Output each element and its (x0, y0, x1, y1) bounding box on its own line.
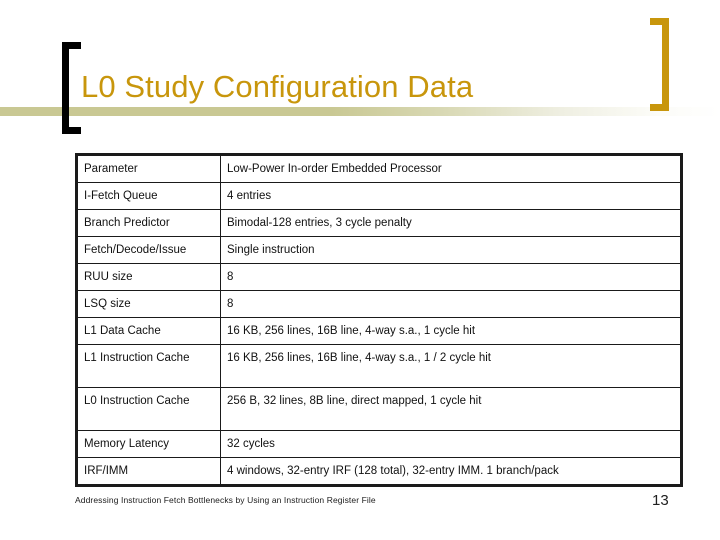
table-row: LSQ size 8 (76, 290, 682, 318)
table-cell-value: 8 (220, 263, 682, 291)
table-cell-parameter: RUU size (76, 263, 221, 291)
table-cell-value: 16 KB, 256 lines, 16B line, 4-way s.a., … (220, 344, 682, 388)
configuration-table: Parameter Low-Power In-order Embedded Pro… (75, 153, 683, 487)
table-cell-value: Single instruction (220, 236, 682, 264)
table-cell-value: 32 cycles (220, 430, 682, 458)
table-cell-parameter: IRF/IMM (76, 457, 221, 486)
right-bracket-decoration (650, 18, 669, 111)
table-row: Memory Latency 32 cycles (76, 430, 682, 458)
table-row: RUU size 8 (76, 263, 682, 291)
table-row: I-Fetch Queue 4 entries (76, 182, 682, 210)
table-cell-value: 256 B, 32 lines, 8B line, direct mapped,… (220, 387, 682, 431)
table-cell-parameter: Memory Latency (76, 430, 221, 458)
table-cell-parameter: L1 Data Cache (76, 317, 221, 345)
table-cell-value: Bimodal-128 entries, 3 cycle penalty (220, 209, 682, 237)
left-bracket-decoration (62, 42, 81, 134)
table-row: L0 Instruction Cache 256 B, 32 lines, 8B … (76, 387, 682, 431)
title-underline-rule (0, 107, 720, 116)
table-cell-parameter: L0 Instruction Cache (76, 387, 221, 431)
table-row: IRF/IMM 4 windows, 32-entry IRF (128 tota… (76, 457, 682, 486)
table-cell-parameter: LSQ size (76, 290, 221, 318)
table-row: L1 Data Cache 16 KB, 256 lines, 16B line,… (76, 317, 682, 345)
table-cell-parameter: I-Fetch Queue (76, 182, 221, 210)
footer-text: Addressing Instruction Fetch Bottlenecks… (75, 495, 376, 505)
table-row: L1 Instruction Cache 16 KB, 256 lines, 16… (76, 344, 682, 388)
page-number: 13 (652, 492, 669, 509)
table-cell-value: 4 entries (220, 182, 682, 210)
table-cell-parameter: Fetch/Decode/Issue (76, 236, 221, 264)
page-title: L0 Study Configuration Data (81, 69, 474, 104)
table-cell-value: 4 windows, 32-entry IRF (128 total), 32-… (220, 457, 682, 486)
configuration-table-wrapper: Parameter Low-Power In-order Embedded Pro… (75, 153, 683, 487)
table-cell-parameter: Branch Predictor (76, 209, 221, 237)
table-row: Fetch/Decode/Issue Single instruction (76, 236, 682, 264)
configuration-table-body: Parameter Low-Power In-order Embedded Pro… (76, 154, 682, 486)
slide: L0 Study Configuration Data Parameter Low… (0, 0, 720, 540)
table-row: Parameter Low-Power In-order Embedded Pro… (76, 154, 682, 183)
title-area: L0 Study Configuration Data (0, 0, 720, 145)
table-cell-value: 8 (220, 290, 682, 318)
table-cell-value: 16 KB, 256 lines, 16B line, 4-way s.a., … (220, 317, 682, 345)
table-cell-parameter: Parameter (76, 154, 221, 183)
table-cell-value: Low-Power In-order Embedded Processor (220, 154, 682, 183)
table-cell-parameter: L1 Instruction Cache (76, 344, 221, 388)
table-row: Branch Predictor Bimodal-128 entries, 3 c… (76, 209, 682, 237)
